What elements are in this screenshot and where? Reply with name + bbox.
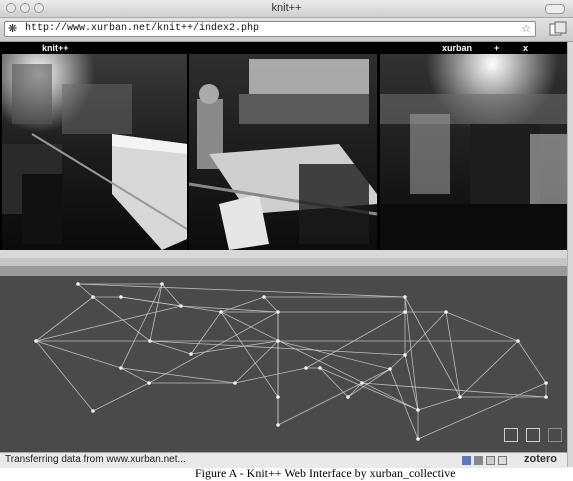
network-edge: [92, 382, 150, 412]
network-node[interactable]: [189, 352, 193, 356]
network-node[interactable]: [544, 395, 548, 399]
network-node[interactable]: [276, 310, 280, 314]
network-view: [0, 250, 567, 452]
network-edge: [319, 367, 419, 411]
network-node[interactable]: [403, 353, 407, 357]
photo-panel-left[interactable]: [2, 54, 187, 250]
network-edge: [35, 340, 122, 369]
network-node[interactable]: [444, 310, 448, 314]
status-text: Transferring data from www.xurban.net...: [5, 454, 186, 465]
toolbar-toggle-button[interactable]: [545, 4, 565, 14]
network-node[interactable]: [262, 295, 266, 299]
network-edge: [234, 367, 307, 384]
view-button-3[interactable]: [548, 428, 562, 442]
app-header-bar: knit++ xurban + x: [0, 42, 567, 54]
status-icon-2[interactable]: [474, 456, 483, 465]
network-edge: [404, 354, 419, 411]
figure-caption: Figure A - Knit++ Web Interface by xurba…: [195, 466, 456, 480]
status-icon-4[interactable]: [498, 456, 507, 465]
network-node[interactable]: [148, 339, 152, 343]
zotero-label[interactable]: zotero: [524, 453, 557, 465]
network-node[interactable]: [516, 339, 520, 343]
network-edge: [445, 311, 519, 342]
photo-panel-middle[interactable]: [189, 54, 377, 250]
network-edge: [120, 367, 236, 384]
close-button[interactable]: x: [523, 42, 528, 54]
network-edge: [35, 340, 94, 412]
url-text[interactable]: http://www.xurban.net/knit++/index2.php: [25, 23, 259, 34]
network-node[interactable]: [219, 310, 223, 314]
network-edge: [77, 283, 94, 298]
status-icons[interactable]: [462, 456, 471, 465]
network-node[interactable]: [34, 339, 38, 343]
status-icon-3[interactable]: [486, 456, 495, 465]
network-node[interactable]: [233, 381, 237, 385]
network-edge: [517, 340, 547, 384]
network-node[interactable]: [179, 304, 183, 308]
network-edge: [120, 367, 150, 384]
network-node[interactable]: [76, 282, 80, 286]
photo-strip: [0, 54, 567, 250]
network-node[interactable]: [318, 366, 322, 370]
network-edge: [319, 367, 349, 398]
network-edge: [120, 296, 222, 313]
network-node[interactable]: [91, 295, 95, 299]
network-edge: [361, 382, 547, 398]
network-node[interactable]: [119, 295, 123, 299]
network-edge: [190, 311, 222, 355]
network-edge: [161, 283, 182, 307]
site-icon: ❋: [8, 23, 18, 35]
network-edge: [277, 382, 363, 426]
photo-panel-right[interactable]: [380, 54, 567, 250]
window-title: knit++: [271, 2, 302, 14]
add-button[interactable]: +: [494, 42, 499, 54]
network-node[interactable]: [276, 339, 280, 343]
network-edge: [361, 368, 391, 384]
browser-toolbar: ❋ http://www.xurban.net/knit++/index2.ph…: [0, 18, 573, 42]
network-node[interactable]: [544, 381, 548, 385]
view-button-1[interactable]: [504, 428, 518, 442]
network-node[interactable]: [276, 395, 280, 399]
network-edge: [180, 305, 279, 313]
network-edge: [92, 296, 151, 342]
network-node[interactable]: [403, 310, 407, 314]
window-titlebar: knit++: [0, 0, 573, 18]
network-edge: [35, 305, 182, 342]
site-link[interactable]: xurban: [442, 42, 472, 54]
view-button-2[interactable]: [526, 428, 540, 442]
network-edge: [220, 311, 279, 398]
network-edge: [149, 283, 163, 342]
app-title: knit++: [42, 43, 69, 53]
network-node[interactable]: [147, 381, 151, 385]
network-node[interactable]: [458, 395, 462, 399]
network-node[interactable]: [91, 409, 95, 413]
network-node[interactable]: [160, 282, 164, 286]
network-node[interactable]: [416, 408, 420, 412]
network-node[interactable]: [416, 437, 420, 441]
network-edge: [459, 340, 519, 398]
network-edge: [305, 311, 406, 369]
network-edge: [389, 354, 406, 370]
network-node[interactable]: [346, 395, 350, 399]
network-edge: [120, 283, 163, 369]
network-node[interactable]: [119, 366, 123, 370]
feed-icon[interactable]: [549, 21, 567, 37]
network-edge: [404, 311, 447, 356]
network-graph[interactable]: [0, 250, 567, 452]
network-edge: [263, 296, 279, 313]
network-edge: [277, 340, 391, 370]
network-node[interactable]: [403, 295, 407, 299]
url-bar[interactable]: ❋ http://www.xurban.net/knit++/index2.ph…: [4, 21, 536, 37]
network-node[interactable]: [388, 367, 392, 371]
network-edge: [417, 396, 461, 411]
scrollbar[interactable]: [567, 42, 573, 467]
network-node[interactable]: [304, 366, 308, 370]
network-node[interactable]: [360, 381, 364, 385]
bookmark-star-icon[interactable]: ☆: [521, 22, 531, 35]
network-node[interactable]: [276, 423, 280, 427]
network-edge: [77, 283, 406, 298]
